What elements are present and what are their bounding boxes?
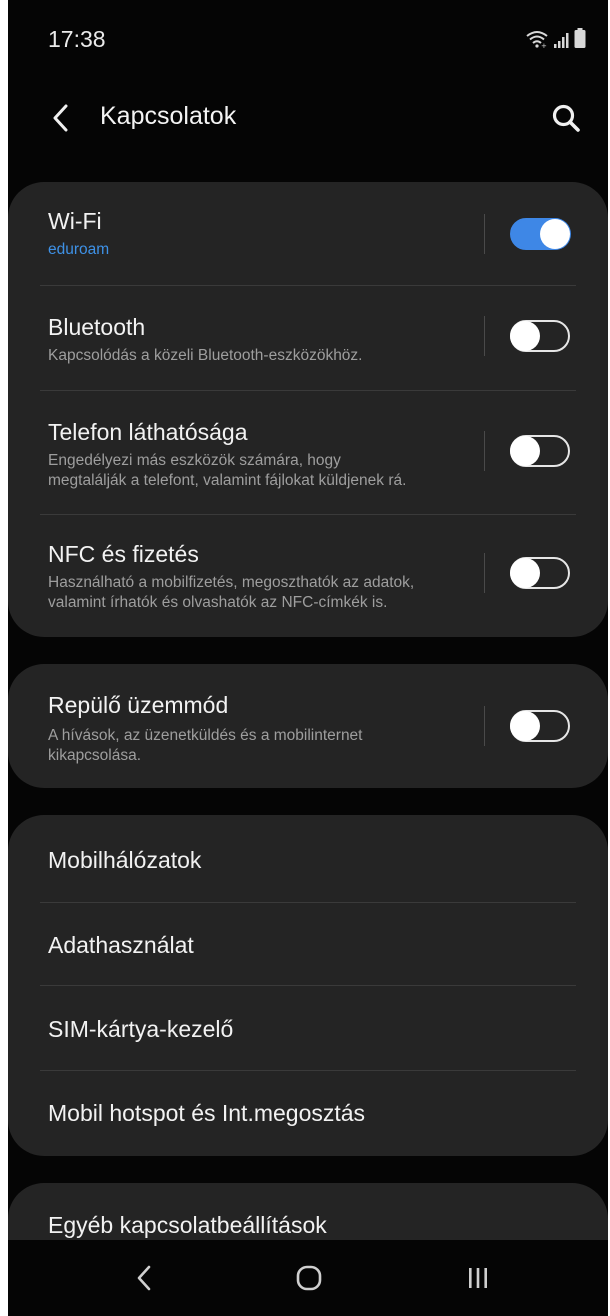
signal-icon: [553, 32, 569, 53]
recents-icon: [469, 1268, 487, 1288]
nfc-toggle[interactable]: [510, 557, 570, 589]
phone-screen: 17:38 + Kapcsolatok Wi-Fi eduroam Blueto…: [8, 0, 608, 1316]
app-bar: Kapcsolatok: [8, 80, 608, 156]
toggle-knob: [540, 219, 570, 249]
separator: [484, 553, 485, 593]
back-button[interactable]: [40, 98, 80, 138]
row-subtitle-line-2: valamint írhatók és olvashatók az NFC-cí…: [48, 594, 388, 611]
row-subtitle-line-1: Használható a mobilfizetés, megoszthatók…: [48, 574, 415, 591]
nav-recents-button[interactable]: [454, 1256, 502, 1300]
row-title: Mobilhálózatok: [48, 847, 202, 873]
row-title: Adathasználat: [48, 932, 194, 958]
row-title: Bluetooth: [48, 314, 146, 340]
search-icon: [552, 104, 580, 132]
wifi-icon: +: [526, 30, 548, 53]
airplane-card: Repülő üzemmód A hívások, az üzenetküldé…: [8, 664, 608, 788]
row-title: SIM-kártya-kezelő: [48, 1016, 234, 1042]
row-title: Telefon láthatósága: [48, 419, 248, 445]
status-icons: +: [526, 28, 586, 53]
nfc-row[interactable]: NFC és fizetés Használható a mobilfizeté…: [8, 515, 608, 637]
row-subtitle-line-2: kikapcsolása.: [48, 747, 142, 764]
separator: [484, 214, 485, 254]
chevron-left-icon: [53, 104, 68, 132]
wifi-toggle[interactable]: [510, 218, 570, 250]
page-title: Kapcsolatok: [100, 102, 237, 130]
row-title: Repülő üzemmód: [48, 692, 229, 718]
toggle-knob: [510, 558, 540, 588]
mobile-networks-item[interactable]: Mobilhálózatok: [8, 815, 608, 902]
network-card: Mobilhálózatok Adathasználat SIM-kártya-…: [8, 815, 608, 1156]
row-title: Wi-Fi: [48, 208, 102, 234]
row-title: NFC és fizetés: [48, 541, 199, 567]
row-subtitle: eduroam: [48, 241, 110, 258]
row-title: Egyéb kapcsolatbeállítások: [48, 1212, 327, 1238]
hotspot-item[interactable]: Mobil hotspot és Int.megosztás: [8, 1071, 608, 1156]
nav-back-button[interactable]: [120, 1256, 168, 1300]
separator: [484, 706, 485, 746]
battery-icon: [574, 28, 586, 53]
wifi-row[interactable]: Wi-Fi eduroam: [8, 182, 608, 285]
phone-visibility-row[interactable]: Telefon láthatósága Engedélyezi más eszk…: [8, 391, 608, 514]
navigation-bar: [8, 1240, 608, 1316]
bluetooth-toggle[interactable]: [510, 320, 570, 352]
data-usage-item[interactable]: Adathasználat: [8, 903, 608, 985]
separator: [484, 431, 485, 471]
visibility-toggle[interactable]: [510, 435, 570, 467]
row-subtitle-line-2: megtalálják a telefont, valamint fájloka…: [48, 472, 407, 489]
airplane-toggle[interactable]: [510, 710, 570, 742]
toggle-knob: [510, 321, 540, 351]
svg-text:+: +: [541, 42, 547, 48]
status-time: 17:38: [48, 26, 106, 52]
row-subtitle-line-1: Engedélyezi más eszközök számára, hogy: [48, 452, 341, 469]
home-icon: [296, 1265, 322, 1291]
row-subtitle-line-1: A hívások, az üzenetküldés és a mobilint…: [48, 727, 363, 744]
row-subtitle: Kapcsolódás a közeli Bluetooth-eszközökh…: [48, 347, 363, 364]
toggle-knob: [510, 436, 540, 466]
sim-manager-item[interactable]: SIM-kártya-kezelő: [8, 986, 608, 1070]
nav-home-button[interactable]: [285, 1256, 333, 1300]
status-bar: 17:38 +: [8, 0, 608, 80]
toggle-knob: [510, 711, 540, 741]
back-icon: [137, 1265, 151, 1291]
airplane-mode-row[interactable]: Repülő üzemmód A hívások, az üzenetküldé…: [8, 664, 608, 788]
separator: [484, 316, 485, 356]
row-title: Mobil hotspot és Int.megosztás: [48, 1100, 366, 1126]
connections-card: Wi-Fi eduroam Bluetooth Kapcsolódás a kö…: [8, 182, 608, 637]
bluetooth-row[interactable]: Bluetooth Kapcsolódás a közeli Bluetooth…: [8, 286, 608, 390]
search-button[interactable]: [544, 96, 588, 140]
